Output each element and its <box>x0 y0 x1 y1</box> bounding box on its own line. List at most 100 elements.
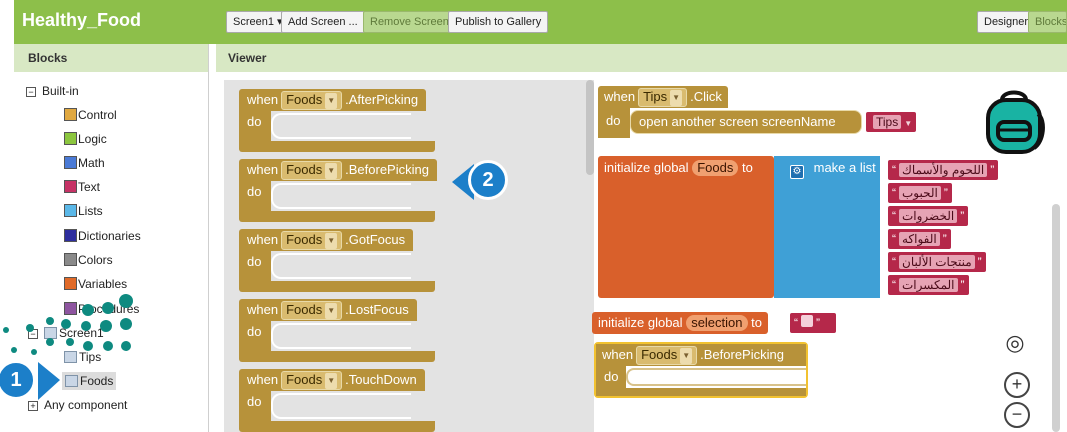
chevron-down-icon: ▼ <box>680 348 693 364</box>
chevron-down-icon: ▼ <box>325 163 338 179</box>
init-text: initialize global <box>604 160 689 175</box>
recenter-icon[interactable]: ◎ <box>1002 332 1028 358</box>
designer-button[interactable]: Designer <box>977 11 1036 33</box>
component-dropdown[interactable]: Foods ▼ <box>281 91 343 110</box>
top-bar: Healthy_Food Screen1 ▾ Add Screen ... Re… <box>14 0 1067 44</box>
item-text: منتجات الألبان <box>899 255 975 269</box>
list-item-string[interactable]: “الحبوب” <box>888 183 952 203</box>
category-label: Control <box>78 108 117 122</box>
logic-swatch-icon <box>64 132 77 145</box>
component-label: Foods <box>80 374 114 388</box>
viewer-header: Viewer <box>216 44 1067 72</box>
screen-name-value[interactable]: Tips ▼ <box>866 112 917 132</box>
list-item-string[interactable]: “المكسرات” <box>888 275 969 295</box>
list-item-string[interactable]: “منتجات الألبان” <box>888 252 986 272</box>
item-text: المكسرات <box>899 278 958 292</box>
event-name: .BeforePicking <box>345 162 429 177</box>
list-item-string[interactable]: “الخضروات” <box>888 206 969 226</box>
list-item-string[interactable]: “الفواكه” <box>888 229 951 249</box>
category-dictionaries[interactable]: Dictionaries <box>64 227 141 245</box>
screen-name-text: Tips <box>873 115 902 129</box>
do-label: do <box>239 181 271 215</box>
block-footer <box>239 351 435 362</box>
category-label: Dictionaries <box>78 229 141 243</box>
block-header: when Foods ▼ .BeforePicking <box>239 159 437 181</box>
blocks-drawer[interactable]: when Foods ▼ .AfterPicking do when Foods ▼ .Be… <box>224 80 594 432</box>
event-name: .LostFocus <box>345 302 409 317</box>
blocks-panel-header: Blocks <box>14 44 208 72</box>
when-label: when <box>247 232 279 247</box>
category-control[interactable]: Control <box>64 106 117 124</box>
component-dropdown[interactable]: Foods ▼ <box>281 301 343 320</box>
component-dropdown[interactable]: Foods ▼ <box>636 346 698 365</box>
component-dropdown[interactable]: Foods ▼ <box>281 231 343 250</box>
component-name: Foods <box>286 232 323 247</box>
drawer-scrollbar[interactable] <box>586 80 594 175</box>
component-foods[interactable]: Foods <box>62 372 117 390</box>
block-header: when Foods ▼ .AfterPicking <box>239 89 427 111</box>
statement-slot <box>271 253 411 279</box>
remove-screen-button[interactable]: Remove Screen <box>363 11 456 33</box>
event-name: .BeforePicking <box>700 347 784 362</box>
collapse-icon[interactable]: − <box>26 87 36 97</box>
open-screen-block[interactable]: open another screen screenName <box>630 110 862 134</box>
zoom-out-icon[interactable]: − <box>1004 402 1030 428</box>
init-foods-block[interactable]: initialize global Foods to ⚙ make a list… <box>598 156 1010 302</box>
variable-name[interactable]: Foods <box>692 160 739 176</box>
statement-slot <box>271 323 411 349</box>
chevron-down-icon: ▼ <box>325 303 338 319</box>
event-block-gotfocus[interactable]: when Foods ▼ .GotFocus do <box>239 229 435 295</box>
control-swatch-icon <box>64 108 77 121</box>
category-text[interactable]: Text <box>64 178 100 196</box>
category-math[interactable]: Math <box>64 154 105 172</box>
to-label: to <box>751 315 762 330</box>
do-label: do <box>239 111 271 145</box>
dictionaries-swatch-icon <box>64 229 77 242</box>
to-label: to <box>741 160 753 175</box>
component-dropdown[interactable]: Foods ▼ <box>281 371 343 390</box>
component-dropdown[interactable]: Tips ▼ <box>638 88 688 107</box>
publish-button[interactable]: Publish to Gallery <box>448 11 549 33</box>
event-block-beforepicking[interactable]: when Foods ▼ .BeforePicking do <box>239 159 437 225</box>
item-text: الحبوب <box>899 186 941 200</box>
tips-click-block[interactable]: when Tips ▼ .Click do open another screen s… <box>598 86 923 138</box>
block-footer <box>239 211 435 222</box>
event-block-lostfocus[interactable]: when Foods ▼ .LostFocus do <box>239 299 435 365</box>
variable-name[interactable]: selection <box>686 315 748 331</box>
category-label: Math <box>78 156 105 170</box>
gear-icon[interactable]: ⚙ <box>790 165 804 179</box>
zoom-in-icon[interactable]: + <box>1004 372 1030 398</box>
block-header: when Tips ▼ .Click <box>598 86 728 108</box>
component-name: Foods <box>286 302 323 317</box>
workspace-beforepicking-block[interactable]: when Foods ▼ .BeforePicking do <box>594 342 808 398</box>
category-label: Colors <box>78 253 113 267</box>
when-label: when <box>247 372 279 387</box>
category-lists[interactable]: Lists <box>64 202 103 220</box>
backpack-icon <box>986 90 1045 154</box>
event-block-touchdown[interactable]: when Foods ▼ .TouchDown do <box>239 369 435 432</box>
variables-swatch-icon <box>64 277 77 290</box>
when-label: when <box>602 347 634 362</box>
chevron-down-icon: ▼ <box>325 233 338 249</box>
empty-string-block[interactable]: “” <box>790 313 836 333</box>
category-colors[interactable]: Colors <box>64 251 113 269</box>
list-item-string[interactable]: “اللحوم والأسماك” <box>888 160 999 180</box>
component-dropdown[interactable]: Foods ▼ <box>281 161 343 180</box>
add-screen-button[interactable]: Add Screen ... <box>281 11 365 33</box>
block-header: when Foods ▼ .TouchDown <box>239 369 425 391</box>
statement-slot <box>626 368 806 386</box>
category-logic[interactable]: Logic <box>64 130 107 148</box>
viewer-panel: Viewer when Foods ▼ .AfterPicking do when Fo… <box>216 44 1067 432</box>
blocks-button[interactable]: Blocks <box>1028 11 1067 33</box>
init-selection-block[interactable]: initialize global selection to “” <box>592 312 838 334</box>
block-footer <box>239 281 435 292</box>
do-label: do <box>596 366 626 388</box>
builtin-tree-item[interactable]: − Built-in <box>26 82 79 100</box>
do-label: do <box>598 108 630 138</box>
event-block-afterpicking[interactable]: when Foods ▼ .AfterPicking do <box>239 89 435 155</box>
app-title: Healthy_Food <box>22 10 142 30</box>
category-label: Text <box>78 180 101 194</box>
workspace-scrollbar[interactable] <box>1052 204 1060 432</box>
init-text: initialize global <box>598 315 683 330</box>
event-name: .GotFocus <box>345 232 406 247</box>
